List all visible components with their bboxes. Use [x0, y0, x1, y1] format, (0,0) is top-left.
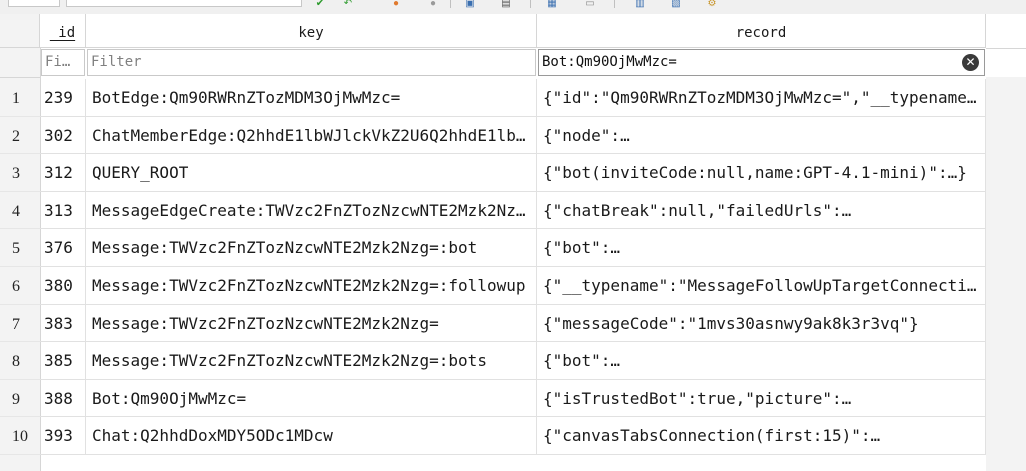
column-header-key-label: key: [298, 25, 324, 41]
toolbar: ✔ ↶ ● ● ▣ ▤ ▦ ▭ ▥ ▧ ⚙: [0, 0, 1026, 15]
cell-id[interactable]: 376: [40, 229, 86, 267]
check-icon[interactable]: ✔: [312, 0, 328, 8]
cell-key[interactable]: Bot:Qm90OjMwMzc=: [86, 379, 537, 418]
column-header-record-label: record: [735, 25, 787, 41]
column-header-record[interactable]: record: [537, 14, 986, 48]
refresh-icon[interactable]: ●: [388, 0, 404, 8]
toolbar-field-left[interactable]: [8, 0, 60, 7]
column-header-id-label: _id: [49, 25, 76, 41]
cell-record[interactable]: {"messageCode":"1mvs30asnwy9ak8k3r3vq"}: [537, 304, 986, 343]
clear-filter-icon[interactable]: ✕: [962, 54, 979, 71]
grid-right-header-filler: [986, 14, 1026, 49]
cell-key[interactable]: ChatMemberEdge:Q2hhdE1lbWJlckVkZ2U6Q2hhd…: [86, 116, 537, 155]
cell-key[interactable]: Message:TWVzc2FnZTozNzcwNTE2Mzk2Nzg=:fol…: [86, 267, 537, 305]
toolbar-field[interactable]: [66, 0, 302, 7]
grid-right-filler: [986, 77, 1026, 471]
row-number[interactable]: 6: [0, 267, 40, 305]
copy-icon[interactable]: ▥: [632, 0, 648, 8]
grid-right-margin: [986, 14, 1026, 471]
data-grid: _id key record Fi… Filter Bot:Qm90OjMwMz…: [0, 14, 1026, 471]
row-number[interactable]: 3: [0, 154, 40, 192]
toolbar-separator-3: [614, 0, 615, 8]
edit-icon[interactable]: ▦: [544, 0, 560, 8]
print-icon[interactable]: ▤: [498, 0, 514, 8]
cell-id[interactable]: 385: [40, 342, 86, 380]
filter-row-gutter: [0, 48, 40, 78]
cell-id[interactable]: 313: [40, 191, 86, 230]
cell-record[interactable]: {"id":"Qm90RWRnZTozMDM3OjMwMzc=","__type…: [537, 79, 986, 117]
import-icon[interactable]: ▣: [462, 0, 478, 8]
row-number[interactable]: 9: [0, 380, 40, 418]
cell-key[interactable]: Message:TWVzc2FnZTozNzcwNTE2Mzk2Nzg=:bot…: [86, 342, 537, 380]
cell-key[interactable]: Message:TWVzc2FnZTozNzcwNTE2Mzk2Nzg=:bot: [86, 229, 537, 267]
cell-id[interactable]: 388: [40, 379, 86, 418]
filter-input-key[interactable]: Filter: [87, 49, 536, 76]
row-number[interactable]: 7: [0, 305, 40, 343]
cell-record[interactable]: {"__typename":"MessageFollowUpTargetConn…: [537, 267, 986, 305]
row-number[interactable]: 2: [0, 117, 40, 155]
cell-icon[interactable]: ▭: [582, 0, 598, 8]
cell-key[interactable]: Message:TWVzc2FnZTozNzcwNTE2Mzk2Nzg=: [86, 304, 537, 343]
filter-record-value: Bot:Qm90OjMwMzc=: [542, 54, 677, 70]
row-number[interactable]: 5: [0, 229, 40, 267]
cell-id[interactable]: 302: [40, 116, 86, 155]
cell-record[interactable]: {"bot":…: [537, 229, 986, 267]
cell-id[interactable]: 383: [40, 304, 86, 343]
toolbar-separator: [450, 0, 451, 8]
delete-icon[interactable]: ●: [425, 0, 441, 8]
cell-record[interactable]: {"bot":…: [537, 342, 986, 380]
row-number[interactable]: 10: [0, 417, 40, 455]
row-number[interactable]: 4: [0, 192, 40, 230]
undo-icon[interactable]: ↶: [340, 0, 356, 8]
view-icon[interactable]: ▧: [668, 0, 684, 8]
cell-key[interactable]: MessageEdgeCreate:TWVzc2FnZTozNzcwNTE2Mz…: [86, 191, 537, 230]
cell-key[interactable]: Chat:Q2hhdDoxMDY5ODc1MDcw: [86, 417, 537, 455]
row-number[interactable]: 1: [0, 79, 40, 117]
cell-id[interactable]: 312: [40, 154, 86, 192]
corner-header[interactable]: [0, 14, 40, 48]
cell-record[interactable]: {"chatBreak":null,"failedUrls":…: [537, 191, 986, 230]
cell-key[interactable]: BotEdge:Qm90RWRnZTozMDM3OjMwMzc=: [86, 79, 537, 117]
cell-record[interactable]: {"node":…: [537, 116, 986, 155]
cell-key[interactable]: QUERY_ROOT: [86, 154, 537, 192]
tools-icon[interactable]: ⚙: [704, 0, 720, 8]
column-header-key[interactable]: key: [86, 14, 537, 48]
cell-record[interactable]: {"isTrustedBot":true,"picture":…: [537, 379, 986, 418]
cell-record[interactable]: {"bot(inviteCode:null,name:GPT-4.1-mini)…: [537, 154, 986, 192]
row-number[interactable]: 8: [0, 342, 40, 380]
toolbar-separator-2: [530, 0, 531, 8]
column-header-id[interactable]: _id: [40, 14, 86, 48]
filter-input-id[interactable]: Fi…: [41, 49, 85, 76]
cell-id[interactable]: 393: [40, 417, 86, 455]
cell-id[interactable]: 380: [40, 267, 86, 305]
cell-record[interactable]: {"canvasTabsConnection(first:15)":…: [537, 417, 986, 455]
cell-id[interactable]: 239: [40, 79, 86, 117]
filter-input-record[interactable]: Bot:Qm90OjMwMzc= ✕: [538, 49, 985, 76]
